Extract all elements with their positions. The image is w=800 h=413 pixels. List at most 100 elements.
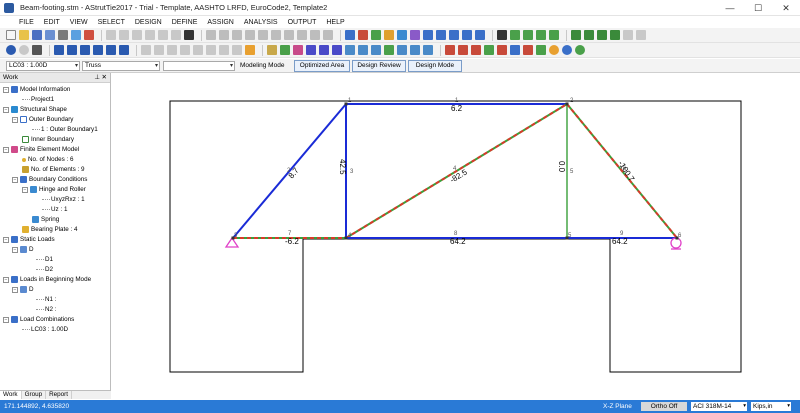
draw-rect-icon[interactable] bbox=[245, 30, 255, 40]
collapse-icon[interactable]: − bbox=[12, 176, 18, 183]
result-icon[interactable] bbox=[397, 45, 407, 55]
menu-select[interactable]: SELECT bbox=[93, 19, 130, 26]
draw-arc-icon[interactable] bbox=[258, 30, 268, 40]
mirror-icon[interactable] bbox=[297, 30, 307, 40]
collapse-icon[interactable]: − bbox=[3, 316, 9, 323]
units-select[interactable]: Kips,in ▾ bbox=[751, 402, 791, 411]
load-icon[interactable] bbox=[410, 30, 420, 40]
analysis-view-icon[interactable] bbox=[358, 30, 368, 40]
collapse-icon[interactable]: − bbox=[3, 276, 9, 283]
select-previous-icon[interactable] bbox=[549, 30, 559, 40]
view-top-icon[interactable] bbox=[154, 45, 164, 55]
menu-define[interactable]: DEFINE bbox=[167, 19, 203, 26]
design-ng-icon[interactable] bbox=[497, 45, 507, 55]
tree-n1[interactable]: N1 : bbox=[36, 295, 57, 304]
tree-static-d[interactable]: − D bbox=[12, 245, 34, 254]
tree-structural-shape[interactable]: − Structural Shape bbox=[3, 105, 67, 114]
tree-loads-beginning-mode[interactable]: − Loads in Beginning Mode bbox=[3, 275, 91, 284]
view-shade-icon[interactable] bbox=[219, 45, 229, 55]
load-display-icon[interactable] bbox=[358, 45, 368, 55]
refresh-icon[interactable] bbox=[636, 30, 646, 40]
rotate-icon[interactable] bbox=[284, 30, 294, 40]
zoom-window-icon[interactable] bbox=[54, 45, 64, 55]
view-wire-icon[interactable] bbox=[232, 45, 242, 55]
pan-icon[interactable] bbox=[119, 45, 129, 55]
collapse-icon[interactable]: − bbox=[12, 286, 18, 293]
load-case-select[interactable]: LC03 : 1.00D ▾ bbox=[6, 61, 80, 71]
zoom-in-icon[interactable] bbox=[67, 45, 77, 55]
menu-view[interactable]: VIEW bbox=[65, 19, 93, 26]
copy-icon[interactable] bbox=[145, 30, 155, 40]
menu-edit[interactable]: EDIT bbox=[39, 19, 65, 26]
tree-n2[interactable]: N2 : bbox=[36, 305, 57, 314]
node-number-icon[interactable] bbox=[267, 45, 277, 55]
stop-icon[interactable] bbox=[523, 45, 533, 55]
help-icon[interactable] bbox=[575, 45, 585, 55]
work-plane-label[interactable]: X-Z Plane bbox=[603, 402, 632, 411]
design-mode-button[interactable]: Design Mode bbox=[408, 60, 462, 72]
tree-boundary-conditions[interactable]: − Boundary Conditions bbox=[12, 175, 87, 184]
tree-hinge-and-roller[interactable]: − Hinge and Roller bbox=[22, 185, 86, 194]
support-icon[interactable] bbox=[423, 30, 433, 40]
new-file-icon[interactable] bbox=[6, 30, 16, 40]
design-ok-icon[interactable] bbox=[484, 45, 494, 55]
draw-line-icon[interactable] bbox=[206, 30, 216, 40]
tree-no-of-elements[interactable]: No. of Elements : 9 bbox=[22, 165, 85, 174]
go-icon[interactable] bbox=[536, 45, 546, 55]
tree-uxyzrxz[interactable]: UxyzRxz : 1 bbox=[42, 195, 85, 204]
lock-icon[interactable] bbox=[245, 45, 255, 55]
tie-icon[interactable] bbox=[332, 45, 342, 55]
move-icon[interactable] bbox=[271, 30, 281, 40]
paste-icon[interactable] bbox=[158, 30, 168, 40]
secondary-select[interactable]: ▾ bbox=[163, 61, 235, 71]
tree-beginning-d[interactable]: − D bbox=[12, 285, 34, 294]
tree-project1[interactable]: Project1 bbox=[22, 95, 54, 104]
check-icon[interactable] bbox=[384, 45, 394, 55]
design-check-icon[interactable] bbox=[445, 45, 455, 55]
element-type-select[interactable]: Truss ▾ bbox=[82, 61, 160, 71]
material-icon[interactable] bbox=[449, 30, 459, 40]
tree-finite-element-model[interactable]: − Finite Element Model bbox=[3, 145, 79, 154]
boundary-icon[interactable] bbox=[345, 45, 355, 55]
graph-icon[interactable] bbox=[423, 45, 433, 55]
tab-work[interactable]: Work bbox=[0, 391, 22, 399]
sun-icon[interactable] bbox=[549, 45, 559, 55]
strut-icon[interactable] bbox=[319, 45, 329, 55]
save-as-icon[interactable] bbox=[45, 30, 55, 40]
collapse-icon[interactable]: − bbox=[22, 186, 28, 193]
tree-bearing-plate[interactable]: Bearing Plate : 4 bbox=[22, 225, 78, 234]
member-force-icon[interactable] bbox=[293, 45, 303, 55]
close-icon[interactable]: ✕ bbox=[102, 73, 107, 83]
tab-report[interactable]: Report bbox=[46, 391, 72, 399]
assign-node-icon[interactable] bbox=[571, 30, 581, 40]
tree-no-of-nodes[interactable]: No. of Nodes : 6 bbox=[22, 155, 74, 164]
menu-analysis[interactable]: ANALYSIS bbox=[239, 19, 283, 26]
optimized-area-button[interactable]: Optimized Area bbox=[294, 60, 350, 72]
print-icon[interactable] bbox=[58, 30, 68, 40]
run-icon[interactable] bbox=[32, 45, 42, 55]
modeling-mode-label[interactable]: Modeling Mode bbox=[240, 61, 284, 71]
member-icon[interactable] bbox=[397, 30, 407, 40]
model-drawing[interactable]: 1 2 3 4 5 6 1 2 3 4 5 6 7 8 9 6.2 8.7 42… bbox=[112, 73, 800, 399]
member-number-icon[interactable] bbox=[280, 45, 290, 55]
tree-d2[interactable]: D2 bbox=[36, 265, 53, 274]
menu-help[interactable]: HELP bbox=[321, 19, 349, 26]
design-report-icon[interactable] bbox=[458, 45, 468, 55]
cut-icon[interactable] bbox=[132, 30, 142, 40]
tree-inner-boundary[interactable]: Inner Boundary bbox=[22, 135, 74, 144]
scale-icon[interactable] bbox=[310, 30, 320, 40]
section-icon[interactable] bbox=[436, 30, 446, 40]
export-icon[interactable] bbox=[71, 30, 81, 40]
select-all-icon[interactable] bbox=[510, 30, 520, 40]
menu-file[interactable]: FILE bbox=[14, 19, 39, 26]
view-front-icon[interactable] bbox=[141, 45, 151, 55]
select-pointer-icon[interactable] bbox=[497, 30, 507, 40]
redo-icon[interactable] bbox=[119, 30, 129, 40]
dimension-icon[interactable] bbox=[384, 30, 394, 40]
import-icon[interactable] bbox=[84, 30, 94, 40]
tab-group[interactable]: Group bbox=[22, 391, 47, 399]
truss-icon[interactable] bbox=[306, 45, 316, 55]
bearing-display-icon[interactable] bbox=[371, 45, 381, 55]
ortho-toggle[interactable]: Ortho Off bbox=[641, 402, 687, 411]
zoom-fit-icon[interactable] bbox=[93, 45, 103, 55]
